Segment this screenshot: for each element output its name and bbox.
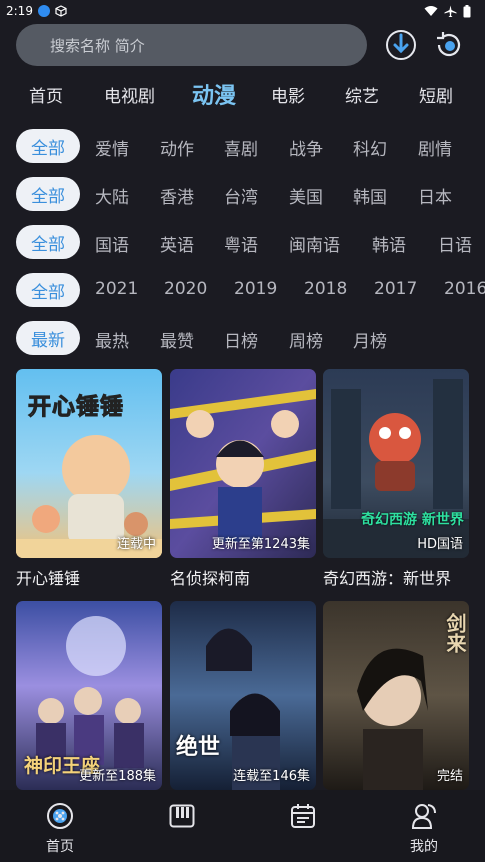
calendar-icon (290, 802, 316, 830)
nav-third[interactable] (263, 790, 343, 862)
year-option[interactable]: 2020 (164, 279, 207, 299)
wifi-icon (424, 6, 438, 16)
genre-option[interactable]: 动作 (160, 135, 194, 160)
poster-image: 剑来 完结 (323, 601, 469, 790)
tab-variety[interactable]: 综艺 (345, 82, 379, 107)
sort-option[interactable]: 月榜 (353, 327, 387, 352)
genre-option[interactable]: 喜剧 (224, 135, 258, 160)
sort-option[interactable]: 最赞 (160, 327, 194, 352)
language-option[interactable]: 闽南语 (289, 231, 340, 256)
language-option[interactable]: 韩语 (372, 231, 406, 256)
search-input[interactable]: 搜索名称 简介 (16, 24, 367, 66)
tab-tv[interactable]: 电视剧 (104, 82, 155, 107)
status-badge: 更新至188集 (79, 769, 156, 784)
status-time: 2:19 (6, 4, 33, 18)
airplane-icon (444, 5, 457, 17)
poster-title-art: 奇幻西游 新世界 (361, 512, 464, 528)
card-title: 奇幻西游：新世界 (323, 569, 452, 588)
nav-mine-label: 我的 (410, 839, 438, 855)
download-icon[interactable] (384, 28, 418, 62)
nav-second[interactable] (142, 790, 222, 862)
region-option[interactable]: 韩国 (353, 183, 387, 208)
poster-image: 绝世 连载至146集 (170, 601, 316, 790)
year-filter-row: 全部 2021 2020 2019 2018 2017 2016 (0, 272, 485, 308)
region-option[interactable]: 日本 (418, 183, 452, 208)
region-option[interactable]: 台湾 (224, 183, 258, 208)
region-option[interactable]: 美国 (289, 183, 323, 208)
poster-image: 开心锤锤 连载中 (16, 369, 162, 558)
home-film-icon (46, 802, 74, 830)
region-option[interactable]: 大陆 (95, 183, 129, 208)
nav-home[interactable]: 首页 (20, 790, 100, 862)
card-title: 开心锤锤 (16, 569, 81, 588)
profile-icon (411, 802, 437, 830)
poster-title-art: 剑来 (443, 613, 467, 653)
region-chip-selected[interactable]: 全部 (16, 177, 80, 211)
status-badge: 更新至第1243集 (211, 537, 310, 552)
language-filter-row: 全部 国语 英语 粤语 闽南语 韩语 日语 (0, 224, 485, 260)
status-badge: HD国语 (417, 537, 463, 552)
tab-movie[interactable]: 电影 (271, 82, 305, 107)
poster-image: 神印王座 更新至188集 (16, 601, 162, 790)
bottom-navigation: 首页 我的 (0, 790, 485, 862)
genre-chip-selected[interactable]: 全部 (16, 129, 80, 163)
genre-option[interactable]: 剧情 (418, 135, 452, 160)
year-option[interactable]: 2018 (304, 279, 347, 299)
year-option[interactable]: 2016 (444, 279, 485, 299)
notification-icon (37, 5, 50, 17)
tab-anime[interactable]: 动漫 (192, 78, 236, 110)
language-option[interactable]: 粤语 (224, 231, 258, 256)
genre-option[interactable]: 科幻 (353, 135, 387, 160)
language-option[interactable]: 国语 (95, 231, 129, 256)
language-option[interactable]: 英语 (160, 231, 194, 256)
poster-image: 更新至第1243集 (170, 369, 316, 558)
sort-option[interactable]: 日榜 (224, 327, 258, 352)
genre-option[interactable]: 战争 (289, 135, 323, 160)
language-option[interactable]: 日语 (438, 231, 472, 256)
language-chip-selected[interactable]: 全部 (16, 225, 80, 259)
history-icon[interactable] (432, 28, 466, 62)
nav-home-label: 首页 (46, 839, 74, 855)
status-badge: 连载至146集 (233, 769, 310, 784)
region-filter-row: 全部 大陆 香港 台湾 美国 韩国 日本 (0, 176, 485, 212)
poster-image: 奇幻西游 新世界 HD国语 (323, 369, 469, 558)
poster-title-art: 开心锤锤 (28, 394, 124, 421)
tab-short-drama[interactable]: 短剧 (419, 82, 453, 107)
year-chip-selected[interactable]: 全部 (16, 273, 80, 307)
genre-filter-row: 全部 爱情 动作 喜剧 战争 科幻 剧情 (0, 128, 485, 164)
search-placeholder: 搜索名称 简介 (50, 36, 145, 55)
status-badge: 完结 (436, 769, 463, 784)
status-bar: 2:19 (0, 0, 485, 22)
poster-title-art: 绝世 (176, 735, 221, 760)
region-option[interactable]: 香港 (160, 183, 194, 208)
status-badge: 连载中 (116, 537, 156, 552)
sort-chip-selected[interactable]: 最新 (16, 321, 80, 355)
cube-icon (55, 5, 67, 17)
year-option[interactable]: 2021 (95, 279, 138, 299)
sort-option[interactable]: 最热 (95, 327, 129, 352)
tab-home[interactable]: 首页 (29, 82, 63, 107)
year-option[interactable]: 2017 (374, 279, 417, 299)
battery-icon (463, 4, 471, 17)
card-title: 名侦探柯南 (170, 569, 251, 588)
sort-option[interactable]: 周榜 (289, 327, 323, 352)
piano-icon (169, 802, 195, 830)
category-tabs: 首页 电视剧 动漫 电影 综艺 短剧 (0, 78, 485, 110)
year-option[interactable]: 2019 (234, 279, 277, 299)
sort-filter-row: 最新 最热 最赞 日榜 周榜 月榜 (0, 320, 485, 356)
nav-mine[interactable]: 我的 (384, 790, 464, 862)
genre-option[interactable]: 爱情 (95, 135, 129, 160)
